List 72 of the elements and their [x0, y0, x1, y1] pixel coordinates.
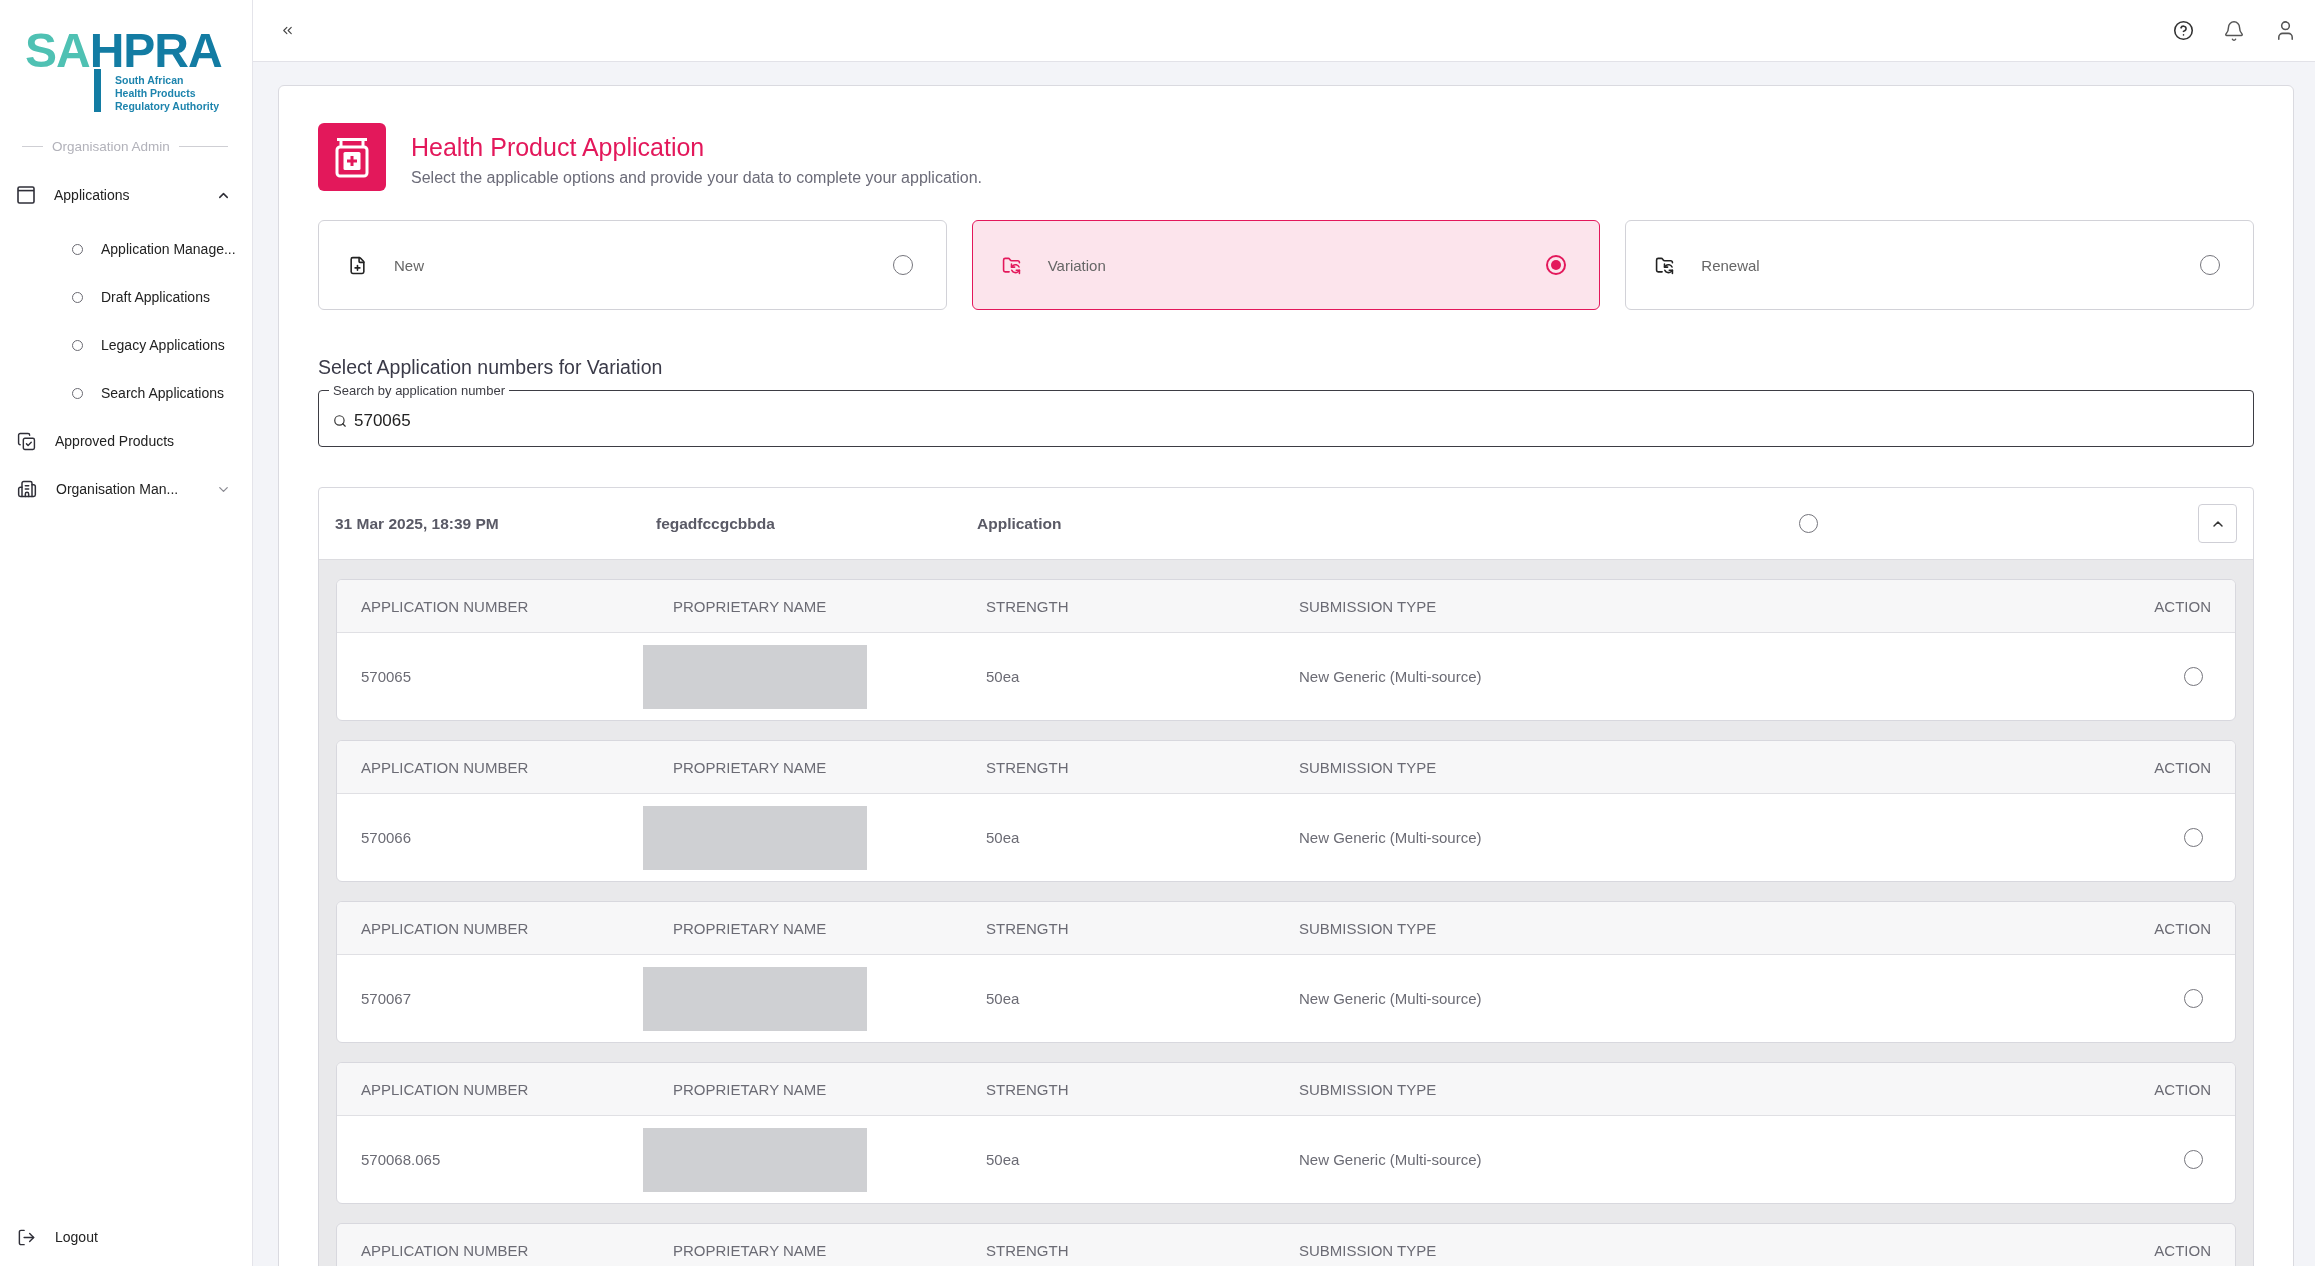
table-cell: 50ea	[986, 990, 1020, 1007]
search-input[interactable]: 570065	[354, 410, 2239, 431]
window-icon	[17, 186, 35, 204]
table-cell: 50ea	[986, 668, 1020, 685]
table-cell: New Generic (Multi-source)	[1299, 668, 1482, 685]
nav-item[interactable]: Organisation Man...	[0, 465, 252, 513]
table-cell: New Generic (Multi-source)	[1299, 829, 1482, 846]
copy-check-icon	[17, 431, 36, 451]
column-header: ACTION	[2154, 597, 2211, 615]
nav-item[interactable]: Approved Products	[0, 417, 252, 465]
column-header: APPLICATION NUMBER	[361, 597, 529, 615]
column-header: STRENGTH	[986, 597, 1069, 615]
nav-subitem[interactable]: Search Applications	[0, 369, 252, 417]
column-header: PROPRIETARY NAME	[673, 919, 827, 937]
medicine-jar-icon	[318, 123, 386, 191]
logo-tagline: South African Health Products Regulatory Authority	[115, 74, 220, 113]
search-label: Search by application number	[332, 383, 506, 398]
column-header: SUBMISSION TYPE	[1299, 1241, 1437, 1259]
bell-icon[interactable]	[2223, 19, 2245, 42]
table-cell: New Generic (Multi-source)	[1299, 990, 1482, 1007]
column-header: SUBMISSION TYPE	[1299, 758, 1437, 776]
logout-button[interactable]: Logout	[0, 1213, 252, 1261]
column-header: SUBMISSION TYPE	[1299, 597, 1437, 615]
column-header: PROPRIETARY NAME	[673, 1080, 827, 1098]
building-icon	[17, 479, 37, 499]
nav-item[interactable]: Applications	[0, 171, 252, 219]
help-icon[interactable]	[2173, 20, 2194, 41]
table-cell: 570066	[361, 829, 412, 846]
nav-subitem[interactable]: Application Manage...	[0, 225, 252, 273]
record-type: Application	[977, 514, 1062, 533]
option-card[interactable]: New	[318, 220, 947, 310]
submission-date: 31 Mar 2025, 18:39 PM	[335, 514, 499, 533]
column-header: ACTION	[2154, 919, 2211, 937]
table-cell: 570065	[361, 668, 412, 685]
page-subtitle: Select the applicable options and provide your data to complete your application.	[411, 167, 983, 187]
search-prompt: Select Application numbers for Variation	[318, 356, 664, 379]
logout-icon	[17, 1227, 36, 1247]
logo-bar-icon	[94, 69, 101, 112]
column-header: PROPRIETARY NAME	[673, 597, 827, 615]
option-card[interactable]: Renewal	[1625, 220, 2254, 310]
column-header: PROPRIETARY NAME	[673, 758, 827, 776]
column-header: STRENGTH	[986, 919, 1069, 937]
column-header: APPLICATION NUMBER	[361, 1080, 529, 1098]
table-cell: New Generic (Multi-source)	[1299, 1151, 1482, 1168]
search-icon	[333, 413, 347, 428]
reference-code: fegadfccgcbbda	[656, 514, 775, 533]
nav-subitem[interactable]: Legacy Applications	[0, 321, 252, 369]
column-header: SUBMISSION TYPE	[1299, 1080, 1437, 1098]
logo-wordmark: SAHPRA	[25, 33, 222, 69]
column-header: APPLICATION NUMBER	[361, 758, 529, 776]
column-header: SUBMISSION TYPE	[1299, 919, 1437, 937]
option-card[interactable]: Variation	[971, 220, 1601, 310]
column-header: ACTION	[2154, 1241, 2211, 1259]
column-header: ACTION	[2154, 758, 2211, 776]
page-title: Health Product Application	[411, 131, 706, 162]
column-header: PROPRIETARY NAME	[673, 1241, 827, 1259]
table-cell: 50ea	[986, 1151, 1020, 1168]
folder-sync-icon	[1655, 255, 1675, 275]
column-header: ACTION	[2154, 1080, 2211, 1098]
nav-subitem[interactable]: Draft Applications	[0, 273, 252, 321]
search-field[interactable]: Search by application number 570065	[318, 383, 2254, 447]
folder-sync-icon	[1001, 255, 1021, 275]
column-header: STRENGTH	[986, 1241, 1069, 1259]
column-header: APPLICATION NUMBER	[361, 1241, 529, 1259]
column-header: APPLICATION NUMBER	[361, 919, 529, 937]
table-cell: 570068.065	[361, 1151, 441, 1168]
section-label: Organisation Admin	[52, 139, 170, 154]
table-cell: 50ea	[986, 829, 1020, 846]
file-plus-icon	[348, 255, 367, 275]
column-header: STRENGTH	[986, 758, 1069, 776]
table-cell: 570067	[361, 990, 412, 1007]
column-header: STRENGTH	[986, 1080, 1069, 1098]
